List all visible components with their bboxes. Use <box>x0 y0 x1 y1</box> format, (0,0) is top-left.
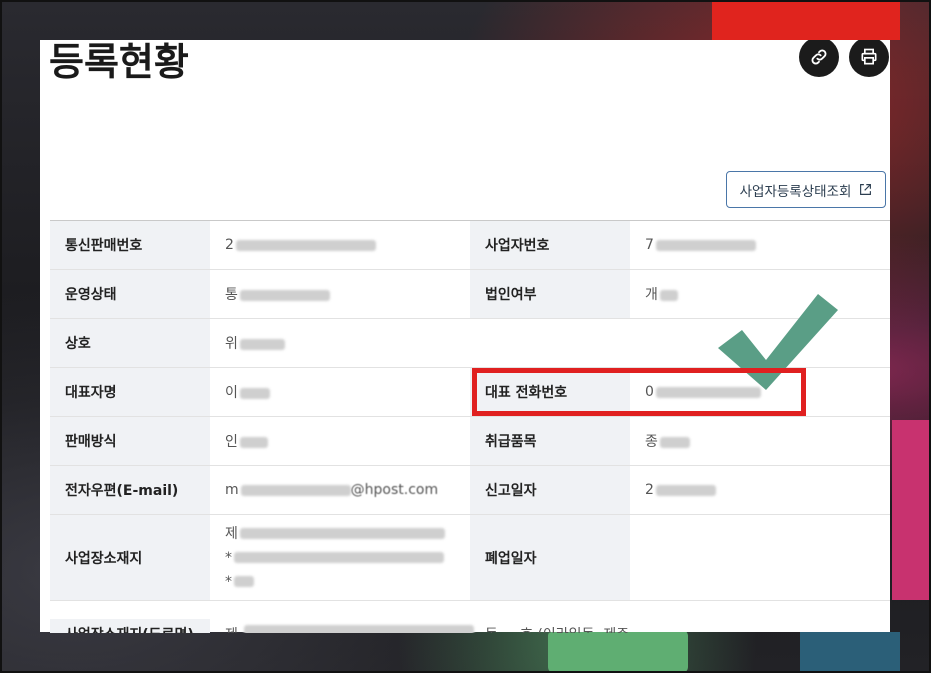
background-blue-sign <box>800 632 900 673</box>
table-label: 폐업일자 <box>470 514 630 601</box>
link-icon <box>811 49 827 65</box>
table-label: 법인여부 <box>470 269 630 319</box>
table-value: m @hpost.com <box>210 465 470 515</box>
external-link-icon <box>860 184 872 195</box>
table-value: 통 <box>210 269 470 319</box>
table-label: 운영상태 <box>50 269 210 319</box>
page-title: 등록현황 <box>49 40 189 84</box>
table-label: 대표자명 <box>50 367 210 417</box>
table-label: 통신판매번호 <box>50 220 210 270</box>
table-label: 사업장소재지(도로명) <box>65 624 194 633</box>
table-row: 판매방식 인 취급품목 종 <box>50 416 890 466</box>
table-value: 위 <box>210 318 470 368</box>
table-label: 판매방식 <box>50 416 210 466</box>
table-label: 사업장소재지 <box>50 514 210 601</box>
table-value <box>630 514 890 601</box>
table-label: 전자우편(E-mail) <box>50 465 210 515</box>
table-value: 이 <box>210 367 470 417</box>
table-row: 통신판매번호 2 사업자번호 7 <box>50 220 890 270</box>
table-label: 사업자번호 <box>470 220 630 270</box>
table-value: 종 <box>630 416 890 466</box>
print-button[interactable] <box>849 40 889 77</box>
copy-link-button[interactable] <box>799 40 839 77</box>
background-red-sign <box>712 0 900 40</box>
checkmark-icon <box>718 294 838 390</box>
table-row-cut-off: 사업장소재지(도로명) 제 동 ... 호 (이라일동, 제주 <box>50 619 890 633</box>
table-value-address: 제 * * <box>210 514 470 601</box>
table-value: 인 <box>210 416 470 466</box>
table-label: 상호 <box>50 318 210 368</box>
table-label: 신고일자 <box>470 465 630 515</box>
table-value: 2 <box>630 465 890 515</box>
table-value: 7 <box>630 220 890 270</box>
table-label: 취급품목 <box>470 416 630 466</box>
table-value: 2 <box>210 220 470 270</box>
business-status-lookup-button[interactable]: 사업자등록상태조회 <box>726 171 886 208</box>
table-row: 사업장소재지 제 * * 폐업일자 <box>50 514 890 601</box>
table-value: 동 ... 호 (이라일동, 제주 <box>485 624 629 633</box>
table-value: 제 <box>225 624 238 633</box>
business-status-lookup-label: 사업자등록상태조회 <box>739 183 852 200</box>
registration-table: 통신판매번호 2 사업자번호 7 운영상태 통 법인여부 개 상호 위 대표자명… <box>50 220 890 601</box>
background-green-sign <box>548 630 688 673</box>
table-row: 전자우편(E-mail) m @hpost.com 신고일자 2 <box>50 465 890 515</box>
printer-icon <box>861 48 877 65</box>
representative-phone-label: 대표 전화번호 <box>470 367 630 417</box>
background-pink-sign <box>892 420 931 600</box>
table-empty-cell <box>470 318 630 368</box>
